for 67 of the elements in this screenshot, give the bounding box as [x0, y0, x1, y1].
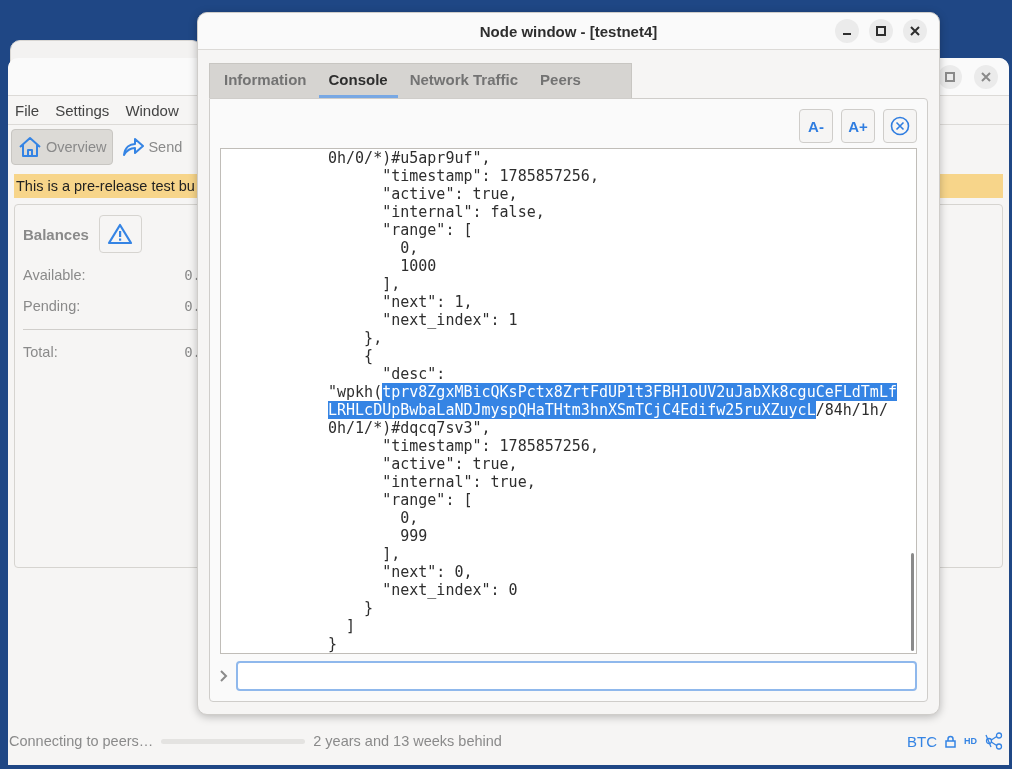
console-line: 1000: [399, 257, 438, 275]
maximize-icon: [945, 71, 955, 82]
console-line: ],: [381, 545, 402, 563]
console-line: "internal": false,: [381, 203, 546, 221]
console-line: }: [363, 599, 375, 617]
close-button[interactable]: [903, 19, 927, 43]
font-size-button[interactable]: A-: [799, 109, 833, 143]
console-line: "range": [: [381, 491, 474, 509]
hd-label: HD: [964, 736, 977, 746]
console-line: "internal": true,: [381, 473, 537, 491]
window-title: Node window - [testnet4]: [479, 22, 658, 40]
balance-label: Total:: [23, 344, 58, 360]
console-line: 0,: [399, 239, 420, 257]
balance-label: Pending:: [23, 297, 81, 314]
prompt-icon: [220, 670, 228, 682]
console-line: 0,: [399, 509, 420, 527]
menu-item[interactable]: Settings: [55, 101, 110, 119]
console-line: "wpkh(tprv8ZgxMBicQKsPctx8ZrtFdUP1t3FBH1oUV2uJabXk8cguCeFLdTmLf: [328, 383, 898, 401]
sync-status: Connecting to peers…: [9, 733, 154, 749]
minimize-icon: [843, 33, 851, 35]
menu-item[interactable]: File: [15, 101, 40, 119]
balances-title: Balances: [23, 225, 89, 243]
console-line: 0h/1/*)#dqcq7sv3",: [328, 419, 492, 437]
console-line: "next_index": 1: [381, 311, 519, 329]
close-icon: [910, 26, 920, 36]
clear-icon: [890, 116, 910, 136]
warning-button[interactable]: [98, 215, 142, 253]
console-line: ],: [381, 275, 402, 293]
network-icon: [985, 732, 1003, 750]
tab[interactable]: Information: [214, 64, 317, 98]
clear-button[interactable]: [883, 109, 917, 143]
console-line: "timestamp": 1785857256,: [381, 437, 600, 455]
console-line: }: [328, 635, 339, 653]
toolbar-button[interactable]: Overview: [11, 129, 114, 165]
font-size-button[interactable]: A+: [841, 109, 875, 143]
console-line: LRHLcDUpBwbaLaNDJmyspQHaTHtm3hnXSmTCjC4Edifw25ruXZuycL/84h/1h/: [328, 401, 889, 419]
tab[interactable]: Peers: [530, 64, 591, 98]
console-line: "timestamp": 1785857256,: [381, 167, 600, 185]
console-line: "next": 0,: [381, 563, 474, 581]
minimize-button[interactable]: [835, 19, 859, 43]
warning-icon: [107, 223, 134, 245]
lock-icon: [945, 734, 956, 748]
maximize-icon: [876, 26, 886, 36]
console-line: "next": 1,: [381, 293, 474, 311]
console-line: ]: [345, 617, 357, 635]
sync-behind: 2 years and 13 weeks behind: [313, 733, 502, 749]
menu-item[interactable]: Window: [125, 101, 179, 119]
banner-text: This is a pre-release test bu: [16, 178, 195, 194]
console-line: },: [363, 329, 384, 347]
arrow-icon: [122, 137, 145, 157]
close-icon: [981, 71, 991, 82]
console-line: "range": [: [381, 221, 474, 239]
unit-label[interactable]: BTC: [907, 732, 937, 750]
console-line: {: [363, 347, 375, 365]
console-line: "desc":: [381, 365, 447, 383]
tab[interactable]: Network Traffic: [399, 64, 529, 98]
balance-label: Available:: [23, 266, 86, 283]
scrollbar[interactable]: [911, 553, 914, 651]
console-line: 0h/0/*)#u5apr9uf",: [328, 149, 492, 167]
console-line: "active": true,: [381, 455, 519, 473]
console-input[interactable]: [236, 661, 917, 691]
console-line: 999: [399, 527, 429, 545]
home-icon: [18, 136, 42, 158]
toolbar-button[interactable]: Send: [115, 129, 190, 165]
console-line: "active": true,: [381, 185, 519, 203]
console-line: "next_index": 0: [381, 581, 519, 599]
maximize-button[interactable]: [869, 19, 893, 43]
